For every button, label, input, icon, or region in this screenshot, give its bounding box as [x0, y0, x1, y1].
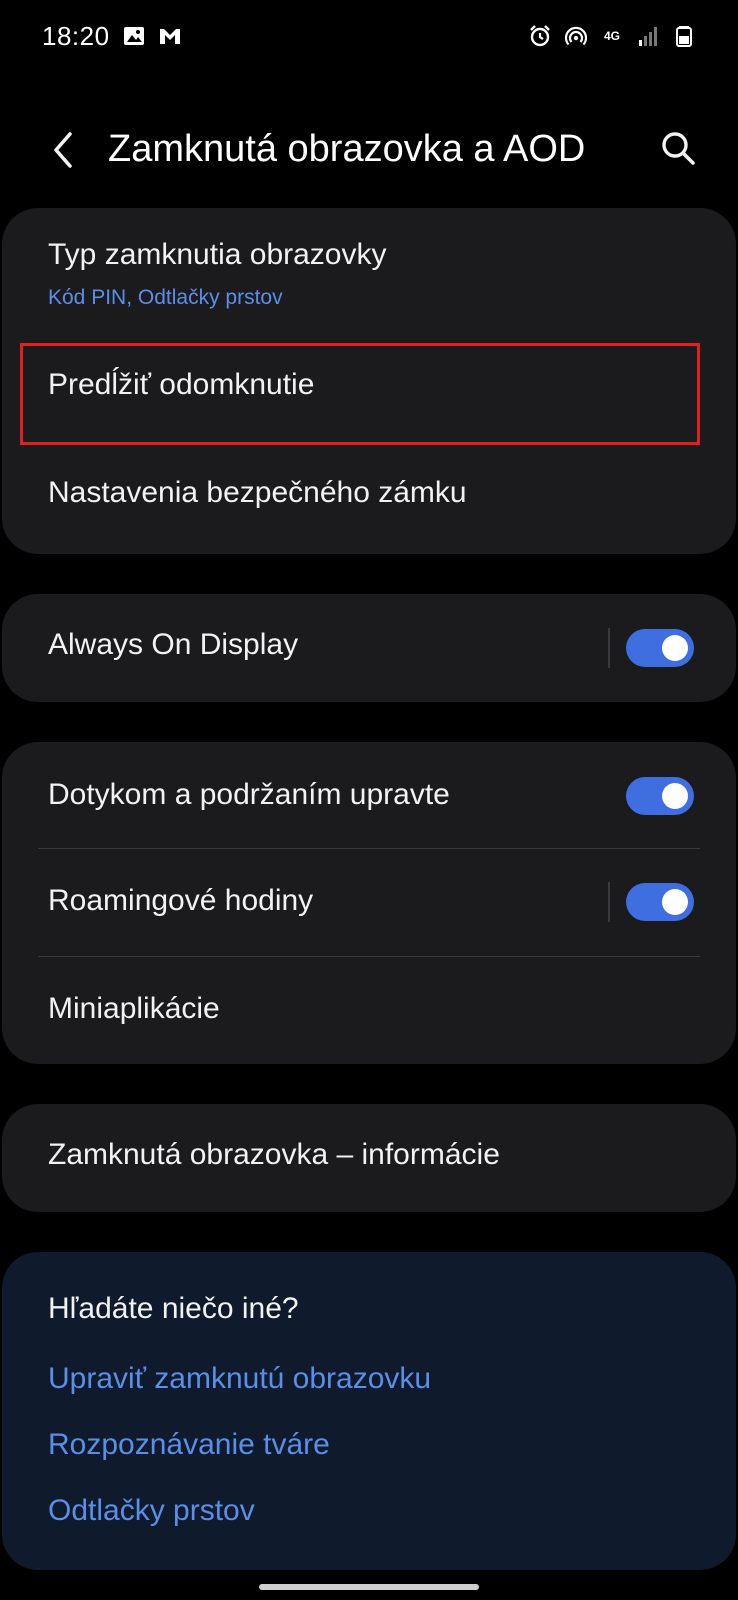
lock-type-title: Typ zamknutia obrazovky: [48, 238, 387, 271]
widgets-title: Miniaplikácie: [48, 992, 220, 1025]
extend-unlock-row[interactable]: Predĺžiť odomknutie: [2, 336, 736, 444]
back-button[interactable]: [40, 126, 88, 174]
toggle-knob: [662, 783, 688, 809]
lockscreen-card: Dotykom a podržaním upravte Roamingové h…: [2, 742, 736, 1064]
toggle-knob: [662, 635, 688, 661]
roaming-clock-row[interactable]: Roamingové hodiny: [2, 848, 736, 956]
image-icon: [122, 24, 146, 48]
suggestions-card: Hľadáte niečo iné? Upraviť zamknutú obra…: [2, 1252, 736, 1570]
link-fingerprints[interactable]: Odtlačky prstov: [48, 1494, 255, 1528]
roaming-clock-title: Roamingové hodiny: [48, 884, 314, 917]
suggestions-title: Hľadáte niečo iné?: [48, 1292, 299, 1325]
about-lock-screen-row[interactable]: Zamknutá obrazovka – informácie: [2, 1104, 736, 1212]
about-card: Zamknutá obrazovka – informácie: [2, 1104, 736, 1212]
separator: [608, 628, 610, 668]
secure-lock-settings-title: Nastavenia bezpečného zámku: [48, 476, 467, 509]
always-on-display-row[interactable]: Always On Display: [2, 594, 736, 702]
touch-hold-edit-row[interactable]: Dotykom a podržaním upravte: [2, 742, 736, 848]
separator: [608, 882, 610, 922]
search-button[interactable]: [652, 122, 704, 174]
security-card: Typ zamknutia obrazovky Kód PIN, Odtlačk…: [2, 208, 736, 554]
lock-type-row[interactable]: Typ zamknutia obrazovky Kód PIN, Odtlačk…: [2, 208, 736, 336]
link-face-recognition[interactable]: Rozpoznávanie tváre: [48, 1428, 330, 1462]
status-bar: 18:20 4G: [0, 0, 738, 72]
extend-unlock-title: Predĺžiť odomknutie: [48, 368, 315, 401]
search-icon: [662, 132, 695, 165]
always-on-display-title: Always On Display: [48, 628, 299, 661]
touch-hold-edit-toggle[interactable]: [626, 777, 694, 815]
alarm-icon: [528, 24, 552, 48]
link-edit-lock-screen[interactable]: Upraviť zamknutú obrazovku: [48, 1362, 431, 1396]
toggle-knob: [662, 889, 688, 915]
always-on-display-toggle[interactable]: [626, 629, 694, 667]
page-title: Zamknutá obrazovka a AOD: [108, 128, 586, 170]
chevron-left-icon: [54, 132, 72, 168]
battery-icon: [672, 24, 696, 48]
roaming-clock-toggle[interactable]: [626, 883, 694, 921]
secure-lock-settings-row[interactable]: Nastavenia bezpečného zámku: [2, 444, 736, 554]
status-time: 18:20: [42, 20, 110, 51]
lock-type-subtitle: Kód PIN, Odtlačky prstov: [48, 286, 283, 309]
about-lock-screen-title: Zamknutá obrazovka – informácie: [48, 1138, 500, 1171]
signal-icon: [636, 24, 660, 48]
mail-icon: [158, 24, 182, 48]
widgets-row[interactable]: Miniaplikácie: [2, 956, 736, 1064]
status-right: 4G: [528, 24, 696, 48]
network-4g-icon: 4G: [603, 28, 620, 43]
home-indicator[interactable]: [259, 1584, 479, 1590]
touch-hold-edit-title: Dotykom a podržaním upravte: [48, 778, 450, 811]
status-left: 18:20: [42, 21, 182, 52]
screen: 18:20 4G Zamknutá obrazovka a AOD Typ za…: [0, 0, 738, 1600]
hotspot-icon: [564, 24, 588, 48]
aod-card: Always On Display: [2, 594, 736, 702]
app-bar: Zamknutá obrazovka a AOD: [0, 100, 738, 200]
